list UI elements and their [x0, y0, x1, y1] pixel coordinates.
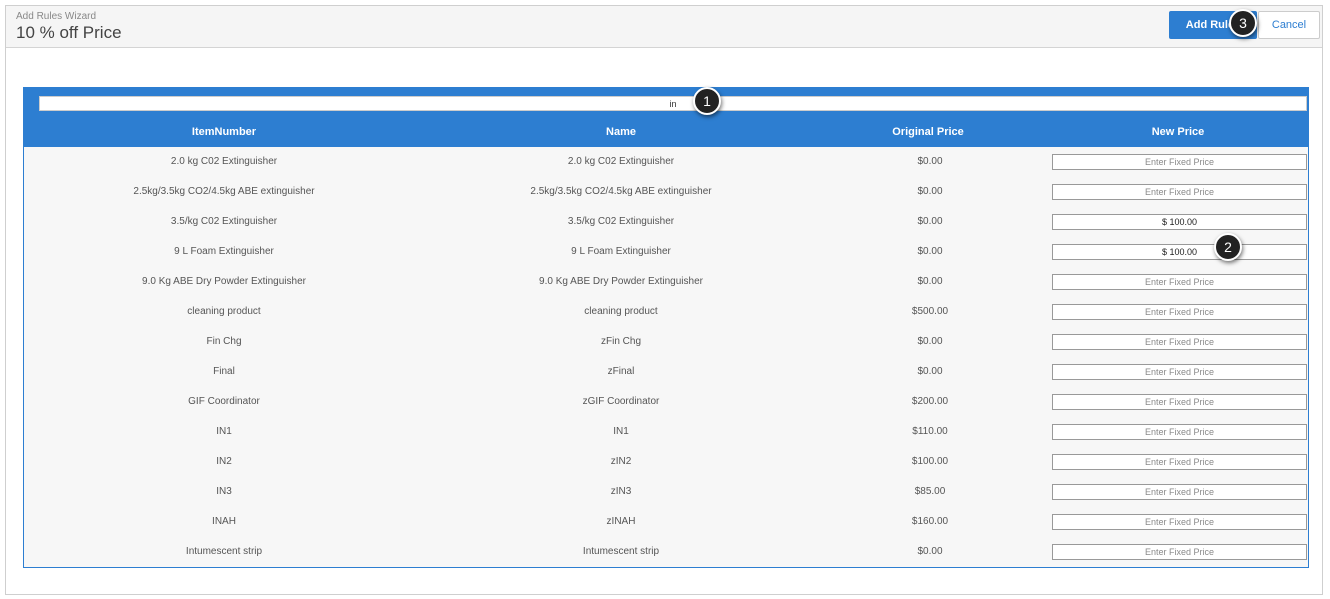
table-row: IN3 zIN3 $85.00 [24, 477, 1308, 507]
table-row: 9.0 Kg ABE Dry Powder Extinguisher 9.0 K… [24, 267, 1308, 297]
new-price-input[interactable] [1052, 304, 1307, 320]
name-cell: IN1 [613, 426, 629, 437]
name-cell: zIN2 [610, 456, 632, 467]
name-cell: zIN3 [610, 486, 632, 497]
name-cell: 3.5/kg C02 Extinguisher [567, 216, 675, 227]
table-row: Intumescent strip Intumescent strip $0.0… [24, 537, 1308, 567]
original-price-cell: $110.00 [912, 426, 948, 437]
table-row: cleaning product cleaning product $500.0… [24, 297, 1308, 327]
name-cell: zINAH [606, 516, 636, 527]
table-row: 3.5/kg C02 Extinguisher 3.5/kg C02 Extin… [24, 207, 1308, 237]
table-row: INAH zINAH $160.00 [24, 507, 1308, 537]
price-table: ItemNumber Name Original Price New Price… [23, 87, 1309, 568]
name-cell: Intumescent strip [582, 546, 660, 557]
table-header: ItemNumber Name Original Price New Price [24, 88, 1308, 147]
table-row: Final zFinal $0.00 [24, 357, 1308, 387]
name-cell: cleaning product [584, 306, 658, 317]
new-price-input[interactable] [1052, 334, 1307, 350]
item-number-cell: Fin Chg [206, 336, 242, 347]
callout-marker-1: 1 [693, 87, 721, 115]
original-price-cell: $0.00 [917, 216, 943, 227]
table-row: 9 L Foam Extinguisher 9 L Foam Extinguis… [24, 237, 1308, 267]
item-number-cell: IN3 [216, 486, 232, 497]
original-price-cell: $0.00 [917, 246, 943, 257]
column-header-name[interactable]: Name [606, 126, 636, 138]
item-number-cell: 2.0 kg C02 Extinguisher [170, 156, 278, 167]
original-price-cell: $160.00 [911, 516, 949, 527]
original-price-cell: $85.00 [914, 486, 946, 497]
cancel-button[interactable]: Cancel [1258, 11, 1320, 39]
item-number-cell: 9.0 Kg ABE Dry Powder Extinguisher [142, 276, 306, 287]
new-price-input[interactable] [1052, 154, 1307, 170]
new-price-input[interactable] [1052, 514, 1307, 530]
original-price-cell: $0.00 [917, 366, 943, 377]
item-number-cell: Intumescent strip [185, 546, 263, 557]
callout-marker-3: 3 [1229, 9, 1257, 37]
new-price-input[interactable] [1052, 424, 1307, 440]
item-number-cell: 3.5/kg C02 Extinguisher [170, 216, 278, 227]
original-price-cell: $0.00 [917, 156, 943, 167]
table-body: 2.0 kg C02 Extinguisher 2.0 kg C02 Extin… [24, 147, 1308, 567]
item-number-cell: INAH [212, 516, 236, 527]
table-row: GIF Coordinator zGIF Coordinator $200.00 [24, 387, 1308, 417]
new-price-input[interactable] [1052, 454, 1307, 470]
filter-input[interactable] [39, 96, 1307, 111]
item-number-cell: IN1 [216, 426, 232, 437]
original-price-cell: $100.00 [911, 456, 949, 467]
column-header-item-number[interactable]: ItemNumber [192, 126, 256, 138]
wizard-header: Add Rules Wizard 10 % off Price Add Rule… [6, 6, 1322, 48]
new-price-input[interactable] [1052, 244, 1307, 260]
new-price-input[interactable] [1052, 544, 1307, 560]
original-price-cell: $0.00 [917, 546, 943, 557]
column-header-original-price[interactable]: Original Price [892, 126, 964, 138]
wizard-subtitle: Add Rules Wizard [16, 11, 97, 22]
original-price-cell: $0.00 [917, 336, 943, 347]
item-number-cell: IN2 [216, 456, 232, 467]
name-cell: 2.0 kg C02 Extinguisher [567, 156, 675, 167]
column-header-new-price[interactable]: New Price [1152, 126, 1205, 138]
item-number-cell: GIF Coordinator [188, 396, 260, 407]
original-price-cell: $500.00 [911, 306, 949, 317]
name-cell: 9.0 Kg ABE Dry Powder Extinguisher [539, 276, 703, 287]
name-cell: zFin Chg [600, 336, 642, 347]
new-price-input[interactable] [1052, 394, 1307, 410]
new-price-input[interactable] [1052, 274, 1307, 290]
table-row: IN2 zIN2 $100.00 [24, 447, 1308, 477]
item-number-cell: Final [213, 366, 235, 377]
original-price-cell: $0.00 [917, 276, 943, 287]
wizard-window: Add Rules Wizard 10 % off Price Add Rule… [5, 5, 1323, 595]
name-cell: 2.5kg/3.5kg CO2/4.5kg ABE extinguisher [530, 186, 712, 197]
name-cell: zFinal [607, 366, 635, 377]
new-price-input[interactable] [1052, 184, 1307, 200]
item-number-cell: 9 L Foam Extinguisher [174, 246, 274, 257]
name-cell: zGIF Coordinator [582, 396, 660, 407]
page-title: 10 % off Price [16, 23, 122, 42]
item-number-cell: cleaning product [187, 306, 261, 317]
new-price-input[interactable] [1052, 484, 1307, 500]
original-price-cell: $0.00 [917, 186, 943, 197]
table-row: IN1 IN1 $110.00 [24, 417, 1308, 447]
table-row: 2.0 kg C02 Extinguisher 2.0 kg C02 Extin… [24, 147, 1308, 177]
new-price-input[interactable] [1052, 364, 1307, 380]
name-cell: 9 L Foam Extinguisher [571, 246, 671, 257]
table-row: 2.5kg/3.5kg CO2/4.5kg ABE extinguisher 2… [24, 177, 1308, 207]
callout-marker-2: 2 [1214, 233, 1242, 261]
new-price-input[interactable] [1052, 214, 1307, 230]
original-price-cell: $200.00 [911, 396, 949, 407]
table-row: Fin Chg zFin Chg $0.00 [24, 327, 1308, 357]
item-number-cell: 2.5kg/3.5kg CO2/4.5kg ABE extinguisher [133, 186, 315, 197]
